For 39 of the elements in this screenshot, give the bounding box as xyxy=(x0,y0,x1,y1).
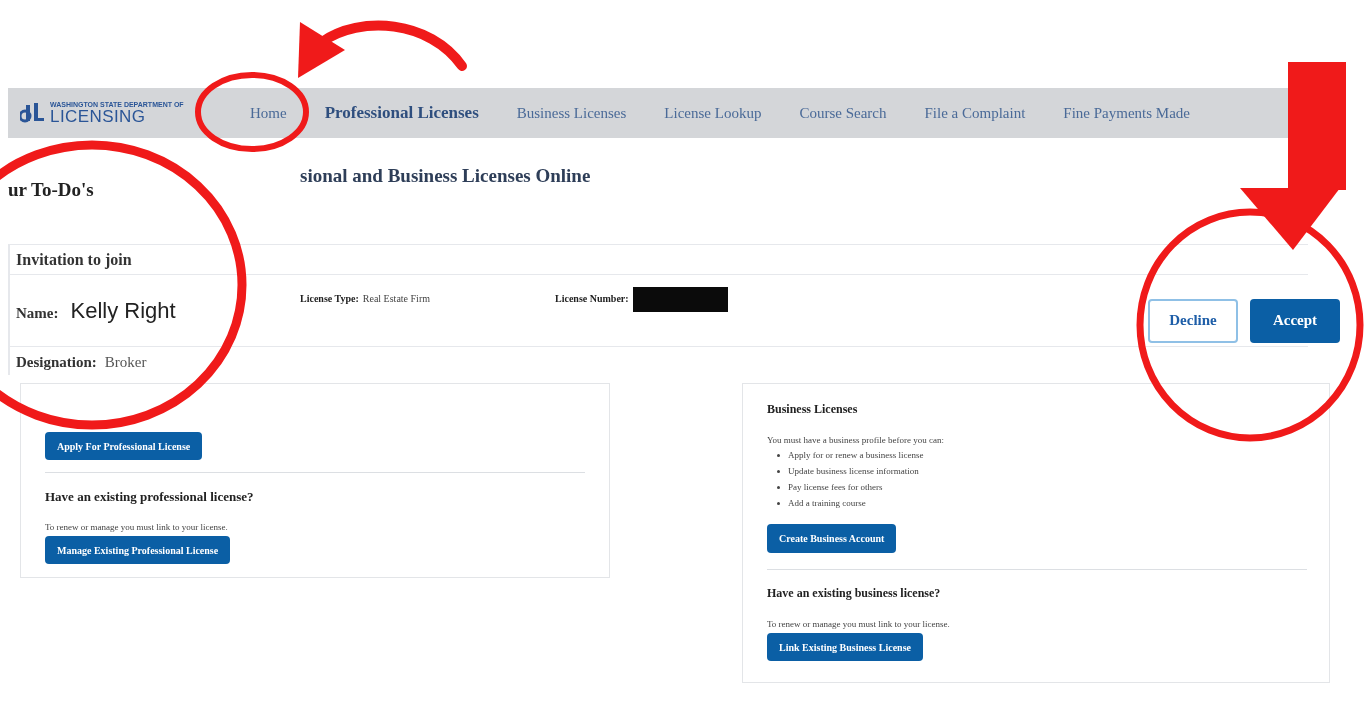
action-button[interactable]: Accept xyxy=(1250,298,1340,343)
bullet-icon xyxy=(777,486,780,489)
section-text: To renew or manage you must link to your license. xyxy=(767,617,951,631)
logo-text: LICENSING xyxy=(50,108,147,125)
designation-label: Designation: xyxy=(16,353,97,372)
todo-title: ur To-Do's xyxy=(8,178,94,202)
license-type-value: Real Estate Firm xyxy=(362,292,430,306)
list-item: Update business license information xyxy=(788,464,919,478)
section-text: You must have a business profile before you can: xyxy=(767,434,946,447)
nav-link[interactable]: Business Licenses xyxy=(516,101,627,125)
nav-link[interactable]: Course Search xyxy=(799,101,887,125)
nav-link[interactable]: Home xyxy=(250,101,287,125)
section-heading: Have an existing professional license? xyxy=(45,488,255,506)
action-button[interactable]: Manage Existing Professional License xyxy=(45,536,231,564)
nav-link[interactable]: Fine Payments Made xyxy=(1063,101,1190,125)
nav-link[interactable]: License Lookup xyxy=(664,101,762,125)
name-label: Name: xyxy=(16,304,59,323)
list-item: Apply for or renew a business license xyxy=(788,448,924,462)
bullet-icon xyxy=(777,502,780,505)
page-title: sional and Business Licenses Online xyxy=(300,164,591,188)
list-item: Add a training course xyxy=(788,496,866,510)
logo-icon xyxy=(20,103,46,123)
license-type-label: License Type: xyxy=(300,292,359,306)
list-item: Pay license fees for others xyxy=(788,480,883,494)
section-text: To renew or manage you must link to your license. xyxy=(45,520,229,534)
action-button[interactable]: Apply For Professional License xyxy=(45,432,203,460)
section-heading: Business Licenses xyxy=(767,401,859,418)
nav-link[interactable]: Professional Licenses xyxy=(324,100,479,126)
license-number-label: License Number: xyxy=(555,292,629,306)
decline-button[interactable]: Decline xyxy=(1148,298,1238,343)
action-button[interactable]: Link Existing Business License xyxy=(767,633,923,661)
designation-value: Broker xyxy=(104,353,147,372)
section-heading: Have an existing business license? xyxy=(767,584,942,602)
name-value: Kelly Right xyxy=(70,297,176,325)
action-button[interactable]: Create Business Account xyxy=(767,523,897,553)
nav-link[interactable]: File a Complaint xyxy=(924,101,1026,125)
invitation-heading: Invitation to join xyxy=(16,249,132,271)
bullet-icon xyxy=(777,470,780,473)
bullet-icon xyxy=(777,454,780,457)
